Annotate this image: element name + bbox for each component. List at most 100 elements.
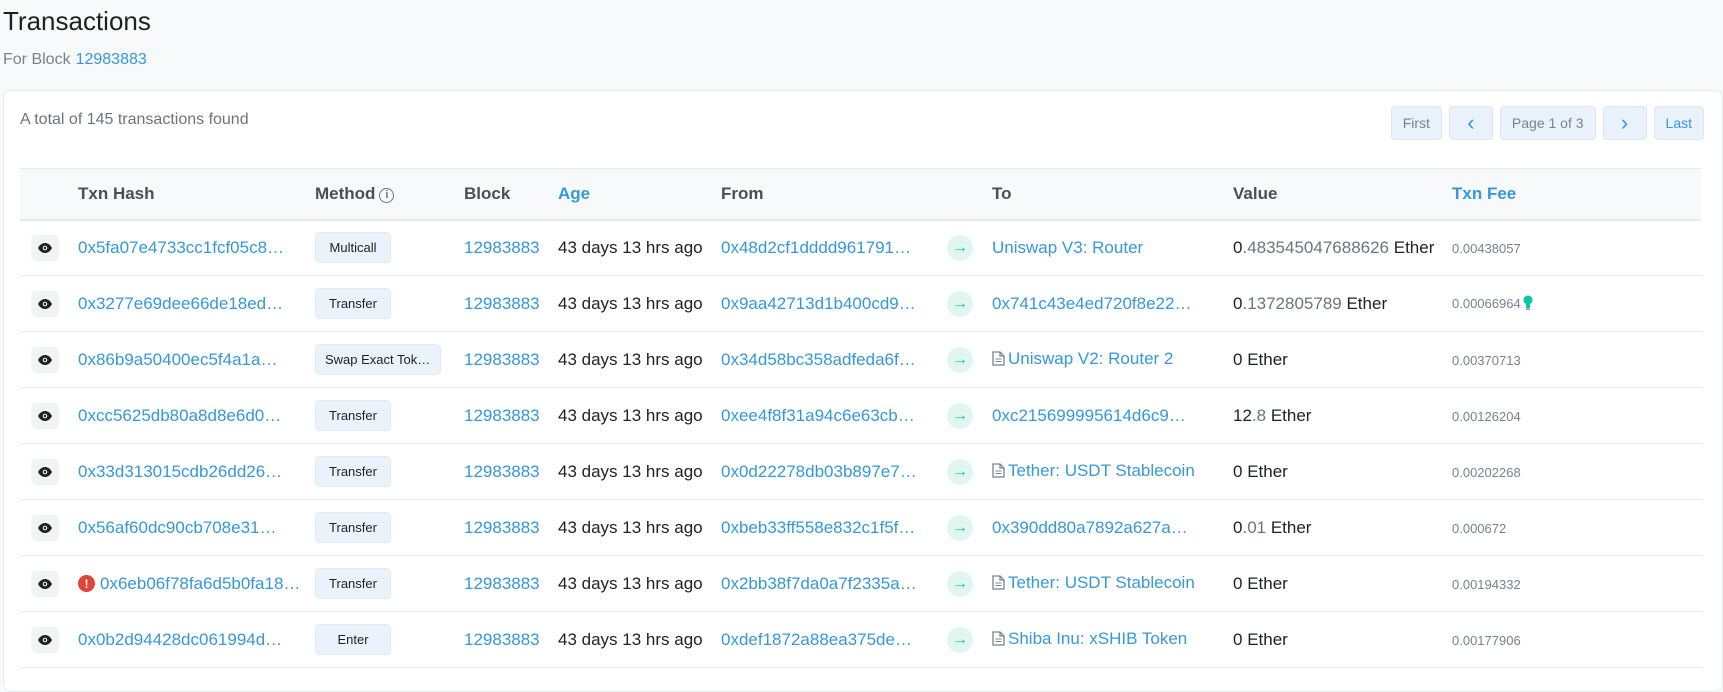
- fee-cell: 0.00126204: [1452, 388, 1701, 444]
- header-age[interactable]: Age: [558, 169, 721, 220]
- block-link[interactable]: 12983883: [464, 518, 540, 537]
- page-subtitle: For Block 12983883: [3, 51, 147, 69]
- block-link[interactable]: 12983883: [464, 350, 540, 369]
- value-cell: 0.483545047688626 Ether: [1233, 220, 1452, 276]
- txn-hash-link[interactable]: 0x86b9a50400ec5f4a1a…: [78, 350, 277, 370]
- from-address-link[interactable]: 0xbeb33ff558e832c1f5fb…: [721, 518, 917, 538]
- to-address-link[interactable]: Uniswap V2: Router 2: [1008, 349, 1173, 369]
- txn-hash-cell: 0x56af60dc90cb708e31…: [78, 500, 315, 556]
- header-txn-fee[interactable]: Txn Fee: [1452, 169, 1701, 220]
- to-address-link[interactable]: Shiba Inu: xSHIB Token: [1008, 629, 1187, 649]
- info-circle-icon[interactable]: i: [379, 187, 395, 203]
- last-page-button[interactable]: Last: [1653, 106, 1704, 140]
- from-cell: 0x48d2cf1dddd9617916…: [721, 220, 947, 276]
- eye-icon[interactable]: [31, 458, 59, 485]
- eye-icon[interactable]: [31, 626, 59, 653]
- block-link[interactable]: 12983883: [464, 574, 540, 593]
- block-link[interactable]: 12983883: [464, 294, 540, 313]
- first-page-button[interactable]: First: [1390, 106, 1442, 140]
- header-method-label: Method: [315, 183, 376, 203]
- to-cell: Uniswap V3: Router: [992, 220, 1233, 276]
- view-cell: [20, 388, 78, 444]
- from-address-link[interactable]: 0xee4f8f31a94c6e63cb9…: [721, 406, 917, 426]
- method-badge: Transfer: [315, 512, 391, 543]
- view-cell: [20, 276, 78, 332]
- eye-icon[interactable]: [31, 234, 59, 261]
- arrow-right-icon: →: [947, 402, 973, 429]
- to-address-link[interactable]: 0x741c43e4ed720f8e22…: [992, 294, 1191, 314]
- block-cell: 12983883: [464, 612, 558, 668]
- block-cell: 12983883: [464, 444, 558, 500]
- txn-hash-link[interactable]: 0x5fa07e4733cc1fcf05c8…: [78, 238, 284, 258]
- from-cell: 0x2bb38f7da0a7f2335a7…: [721, 556, 947, 612]
- to-cell: 0x390dd80a7892a627a1…: [992, 500, 1233, 556]
- from-address-link[interactable]: 0x48d2cf1dddd9617916…: [721, 238, 917, 258]
- value-unit: Ether: [1341, 293, 1388, 313]
- txn-hash-link[interactable]: 0x3277e69dee66de18ed…: [78, 294, 283, 314]
- block-link[interactable]: 12983883: [464, 238, 540, 257]
- txn-fee-value: 0.00066964: [1452, 295, 1521, 311]
- txn-hash-link[interactable]: 0xcc5625db80a8d8e6d0…: [78, 406, 281, 426]
- arrow-right-icon: →: [947, 346, 973, 373]
- pagination: First ‹ Page 1 of 3 › Last: [1390, 106, 1704, 140]
- value-cell: 0.1372805789 Ether: [1233, 276, 1452, 332]
- txn-hash-link[interactable]: 0x6eb06f78fa6d5b0fa18…: [100, 574, 300, 594]
- view-cell: [20, 444, 78, 500]
- txn-hash-link[interactable]: 0x0b2d94428dc061994d…: [78, 630, 282, 650]
- to-address-link[interactable]: Tether: USDT Stablecoin: [1008, 461, 1195, 481]
- age-cell: 43 days 13 hrs ago: [558, 237, 703, 257]
- fee-cell: 0.00194332: [1452, 556, 1701, 612]
- eye-icon[interactable]: [31, 346, 59, 373]
- subtitle-prefix: For Block: [3, 51, 71, 68]
- block-link[interactable]: 12983883: [464, 462, 540, 481]
- from-address-link[interactable]: 0x9aa42713d1b400cd93…: [721, 294, 917, 314]
- eye-icon[interactable]: [31, 402, 59, 429]
- age-cell: 43 days 13 hrs ago: [558, 461, 703, 481]
- method-badge: Transfer: [315, 400, 391, 431]
- total-transactions-text: A total of 145 transactions found: [20, 111, 249, 128]
- from-cell: 0xbeb33ff558e832c1f5fb…: [721, 500, 947, 556]
- to-address-link[interactable]: Tether: USDT Stablecoin: [1008, 573, 1195, 593]
- arrow-right-icon: →: [947, 458, 973, 485]
- next-page-button[interactable]: ›: [1602, 106, 1647, 140]
- direction-cell: →: [947, 612, 992, 668]
- from-address-link[interactable]: 0x2bb38f7da0a7f2335a7…: [721, 574, 917, 594]
- to-address-link[interactable]: 0x390dd80a7892a627a1…: [992, 518, 1192, 538]
- to-address-link[interactable]: 0xc215699995614d6c9d…: [992, 406, 1192, 426]
- from-address-link[interactable]: 0x0d22278db03b897e75…: [721, 462, 917, 482]
- fee-cell: 0.00177906: [1452, 612, 1701, 668]
- block-number-link[interactable]: 12983883: [76, 51, 147, 68]
- age-cell: 43 days 13 hrs ago: [558, 517, 703, 537]
- fee-cell: 0.00202268: [1452, 444, 1701, 500]
- error-icon: !: [78, 575, 95, 593]
- from-address-link[interactable]: 0x34d58bc358adfeda6fd…: [721, 350, 917, 370]
- to-cell: Shiba Inu: xSHIB Token: [992, 612, 1233, 668]
- eye-icon[interactable]: [31, 570, 59, 597]
- view-cell: [20, 612, 78, 668]
- previous-page-button[interactable]: ‹: [1448, 106, 1493, 140]
- value-unit: Ether: [1242, 573, 1288, 593]
- fee-cell: 0.00438057: [1452, 220, 1701, 276]
- table-row: 0x86b9a50400ec5f4a1a… Swap Exact Token… 12…: [20, 332, 1701, 388]
- txn-hash-link[interactable]: 0x33d313015cdb26dd26…: [78, 462, 282, 482]
- eye-icon[interactable]: [31, 514, 59, 541]
- method-badge: Transfer: [315, 456, 391, 487]
- txn-hash-link[interactable]: 0x56af60dc90cb708e31…: [78, 518, 277, 538]
- to-address-link[interactable]: Uniswap V3: Router: [992, 238, 1143, 258]
- page-title: Transactions: [3, 6, 151, 36]
- value-unit: Ether: [1266, 517, 1312, 537]
- block-link[interactable]: 12983883: [464, 406, 540, 425]
- value-cell: 0 Ether: [1233, 612, 1452, 668]
- method-cell: Swap Exact Token…: [315, 332, 464, 388]
- lightbulb-icon[interactable]: [1523, 295, 1533, 315]
- table-row: 0x56af60dc90cb708e31… Transfer 12983883 43 …: [20, 500, 1701, 556]
- block-link[interactable]: 12983883: [464, 630, 540, 649]
- view-cell: [20, 220, 78, 276]
- method-cell: Multicall: [315, 220, 464, 276]
- table-row: 0x0b2d94428dc061994d… Enter 12983883 43 day…: [20, 612, 1701, 668]
- eye-icon[interactable]: [31, 290, 59, 317]
- from-cell: 0x34d58bc358adfeda6fd…: [721, 332, 947, 388]
- from-address-link[interactable]: 0xdef1872a88ea375de7…: [721, 630, 917, 650]
- fee-cell: 0.000672: [1452, 500, 1701, 556]
- fee-cell: 0.00066964: [1452, 276, 1701, 332]
